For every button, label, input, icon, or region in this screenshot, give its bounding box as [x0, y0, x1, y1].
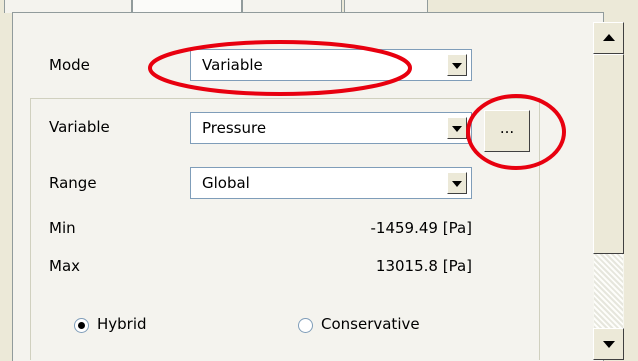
max-label: Max: [49, 257, 81, 275]
scroll-up-button[interactable]: [593, 22, 624, 54]
hybrid-radio[interactable]: [74, 318, 89, 333]
chevron-down-icon[interactable]: [447, 117, 467, 139]
max-value: 13015.8 [Pa]: [375, 257, 472, 275]
range-select-value: Global: [202, 174, 250, 192]
min-value: -1459.49 [Pa]: [370, 219, 472, 237]
min-label: Min: [49, 219, 76, 237]
scroll-down-button[interactable]: [593, 328, 624, 360]
conservative-radio-label[interactable]: Conservative: [321, 315, 420, 333]
variable-select-value: Pressure: [202, 119, 267, 137]
chevron-down-icon[interactable]: [447, 54, 467, 76]
mode-select[interactable]: Variable: [190, 49, 472, 81]
scroll-track[interactable]: [594, 254, 623, 328]
hybrid-radio-label[interactable]: Hybrid: [97, 315, 147, 333]
conservative-radio[interactable]: [298, 318, 313, 333]
mode-select-value: Variable: [202, 56, 263, 74]
browse-button[interactable]: ...: [484, 110, 530, 152]
mode-label: Mode: [49, 56, 90, 74]
variable-label: Variable: [49, 118, 110, 136]
vertical-scrollbar[interactable]: [593, 22, 624, 360]
range-label: Range: [49, 174, 97, 192]
chevron-down-icon[interactable]: [447, 172, 467, 194]
scroll-thumb[interactable]: [593, 54, 624, 254]
range-select[interactable]: Global: [190, 167, 472, 199]
variable-select[interactable]: Pressure: [190, 112, 472, 144]
